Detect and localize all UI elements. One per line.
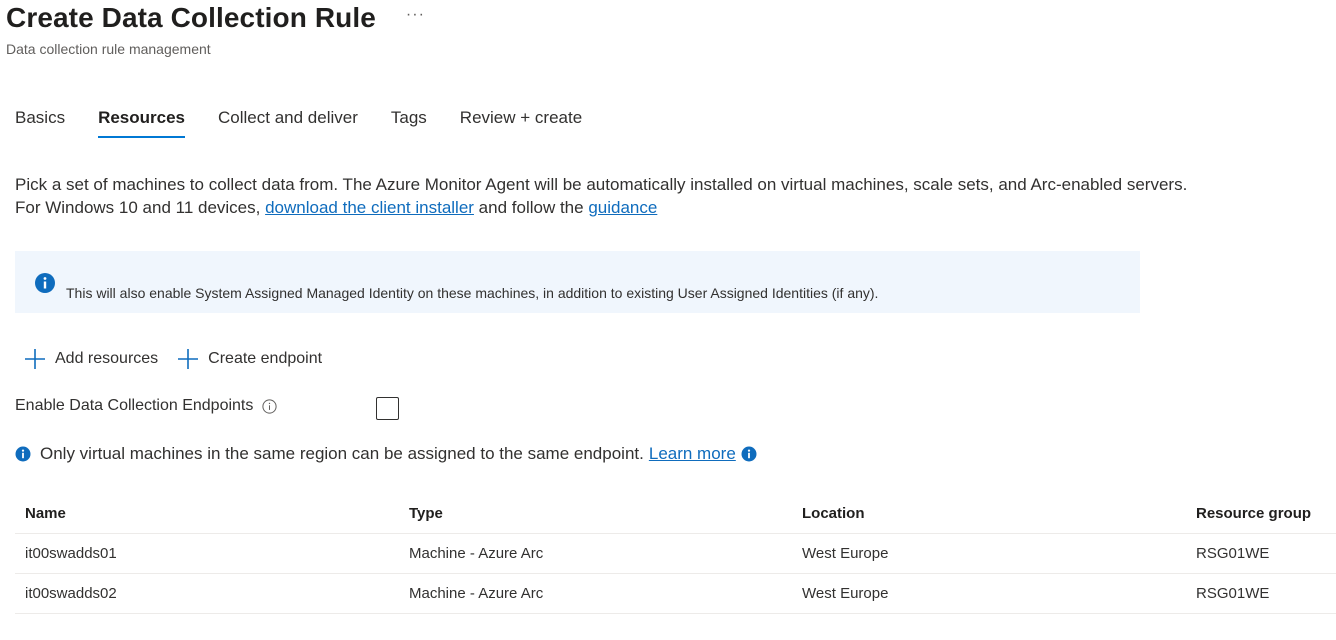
cell-type: Machine - Azure Arc bbox=[409, 545, 544, 562]
cell-name: it00swadds01 bbox=[25, 545, 117, 562]
table-row[interactable]: it00swadds01 Machine - Azure Arc West Eu… bbox=[15, 534, 1336, 574]
add-resources-button[interactable]: Add resources bbox=[24, 348, 158, 370]
page-subtitle: Data collection rule management bbox=[6, 41, 211, 57]
page-title: Create Data Collection Rule bbox=[6, 2, 376, 33]
tab-review-create[interactable]: Review + create bbox=[460, 108, 582, 138]
description: Pick a set of machines to collect data f… bbox=[15, 173, 1187, 219]
info-tooltip-icon[interactable] bbox=[262, 398, 277, 414]
table-header: Name Type Location Resource group bbox=[15, 493, 1336, 534]
create-endpoint-label: Create endpoint bbox=[208, 350, 323, 367]
tab-tags[interactable]: Tags bbox=[391, 108, 427, 138]
description-line-2: For Windows 10 and 11 devices, download … bbox=[15, 196, 1187, 219]
more-options-button[interactable]: ··· bbox=[406, 6, 425, 24]
download-client-installer-link[interactable]: download the client installer bbox=[265, 198, 474, 217]
resources-table: Name Type Location Resource group it00sw… bbox=[15, 493, 1336, 614]
plus-icon bbox=[178, 349, 199, 369]
description-prefix: For Windows 10 and 11 devices, bbox=[15, 198, 266, 217]
column-header-resource-group[interactable]: Resource group bbox=[1196, 505, 1336, 522]
tab-bar: Basics Resources Collect and deliver Tag… bbox=[15, 108, 615, 138]
plus-icon bbox=[25, 349, 45, 369]
cell-resource-group: RSG01WE bbox=[1196, 545, 1270, 562]
column-header-name[interactable]: Name bbox=[15, 505, 409, 522]
info-icon bbox=[15, 446, 31, 462]
enable-endpoints-checkbox[interactable] bbox=[376, 397, 399, 420]
description-middle: and follow the bbox=[473, 198, 589, 217]
info-icon bbox=[35, 273, 55, 293]
cell-resource-group: RSG01WE bbox=[1196, 585, 1270, 602]
cell-location: West Europe bbox=[802, 545, 889, 562]
info-icon[interactable] bbox=[741, 446, 757, 462]
endpoint-note-text: Only virtual machines in the same region… bbox=[40, 444, 644, 463]
column-header-location[interactable]: Location bbox=[802, 505, 1196, 522]
table-row[interactable]: it00swadds02 Machine - Azure Arc West Eu… bbox=[15, 574, 1336, 614]
enable-endpoints-label: Enable Data Collection Endpoints bbox=[15, 397, 254, 414]
tab-collect-and-deliver[interactable]: Collect and deliver bbox=[218, 108, 358, 138]
endpoint-note: Only virtual machines in the same region… bbox=[15, 444, 757, 464]
title-row: Create Data Collection Rule ··· bbox=[6, 2, 425, 34]
tab-basics[interactable]: Basics bbox=[15, 108, 65, 138]
info-banner: This will also enable System Assigned Ma… bbox=[15, 251, 1140, 313]
add-resources-label: Add resources bbox=[55, 350, 159, 367]
action-toolbar: Add resources Create endpoint bbox=[24, 348, 341, 370]
tab-resources[interactable]: Resources bbox=[98, 108, 185, 138]
cell-name: it00swadds02 bbox=[25, 585, 117, 602]
cell-type: Machine - Azure Arc bbox=[409, 585, 544, 602]
column-header-type[interactable]: Type bbox=[409, 505, 802, 522]
page: Create Data Collection Rule ··· Data col… bbox=[0, 0, 1336, 640]
info-banner-text: This will also enable System Assigned Ma… bbox=[66, 285, 879, 301]
cell-location: West Europe bbox=[802, 585, 889, 602]
guidance-link[interactable]: guidance bbox=[588, 198, 657, 217]
learn-more-link[interactable]: Learn more bbox=[649, 444, 736, 464]
description-line-1: Pick a set of machines to collect data f… bbox=[15, 175, 1188, 194]
create-endpoint-button[interactable]: Create endpoint bbox=[177, 348, 322, 370]
enable-endpoints-row: Enable Data Collection Endpoints bbox=[15, 397, 415, 420]
